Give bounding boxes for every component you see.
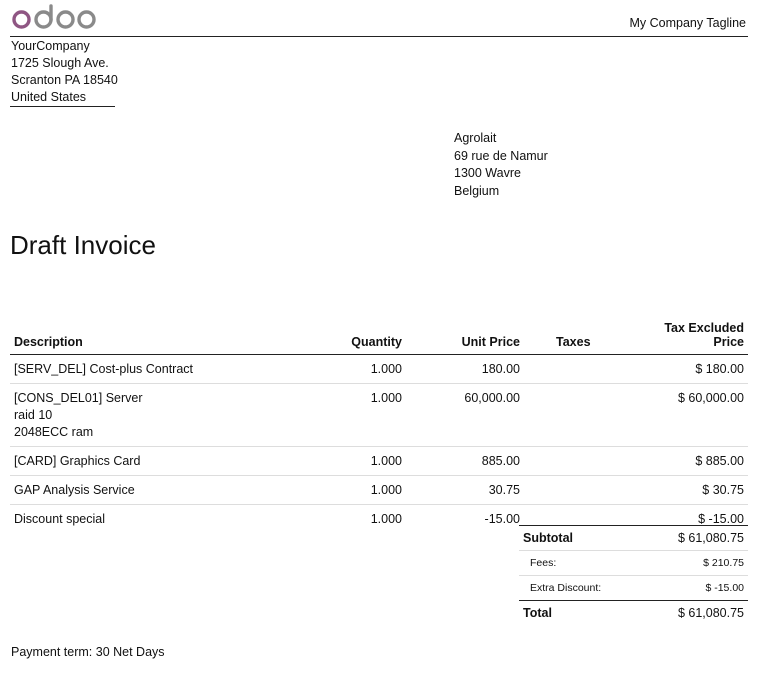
fees-label: Fees: — [519, 550, 643, 576]
line-total: $ 885.00 — [660, 446, 748, 476]
table-header-row: Description Quantity Unit Price Taxes Ta… — [10, 318, 748, 355]
line-unit-price: 180.00 — [406, 354, 524, 384]
line-description-text: GAP Analysis Service — [14, 483, 135, 497]
table-row: GAP Analysis Service 1.000 30.75 $ 30.75 — [10, 475, 748, 505]
company-street: 1725 Slough Ave. — [11, 56, 109, 70]
payment-term: Payment term: 30 Net Days — [11, 645, 165, 659]
subtotal-value: $ 61,080.75 — [642, 525, 748, 551]
line-quantity: 1.000 — [318, 383, 406, 447]
partner-name: Agrolait — [454, 131, 497, 145]
invoice-lines-table: Description Quantity Unit Price Taxes Ta… — [10, 318, 748, 533]
line-unit-price: 885.00 — [406, 446, 524, 476]
column-header-quantity: Quantity — [318, 318, 406, 355]
partner-city: 1300 Wavre — [454, 166, 521, 180]
line-unit-price: 30.75 — [406, 475, 524, 505]
line-taxes — [524, 475, 660, 505]
column-header-tax-excluded-price: Tax Excluded Price — [660, 318, 748, 355]
line-description-text: 2048ECC ram — [14, 425, 94, 439]
table-row: [SERV_DEL] Cost-plus Contract 1.000 180.… — [10, 354, 748, 384]
extra-discount-row: Extra Discount: $ -15.00 — [519, 575, 748, 601]
line-quantity: 1.000 — [318, 446, 406, 476]
line-description: [CONS_DEL01] Server raid 10 2048ECC ram — [10, 383, 318, 447]
company-address-divider — [10, 106, 115, 107]
subtotal-row: Subtotal $ 61,080.75 — [519, 525, 748, 551]
total-label: Total — [519, 600, 643, 625]
company-name: YourCompany — [11, 39, 90, 53]
line-description: [CARD] Graphics Card — [10, 446, 318, 476]
extra-discount-label: Extra Discount: — [519, 575, 643, 601]
line-description-text: [CARD] Graphics Card — [14, 454, 141, 468]
line-quantity: 1.000 — [370, 512, 402, 526]
column-header-taxes: Taxes — [524, 318, 660, 355]
column-header-description: Description — [10, 318, 318, 355]
total-row: Total $ 61,080.75 — [519, 600, 748, 625]
line-total: $ 60,000.00 — [660, 383, 748, 447]
line-description-text: [CONS_DEL01] Server — [14, 391, 143, 405]
line-description-text: Discount special — [14, 512, 106, 526]
line-description-text: raid 10 — [14, 408, 53, 422]
line-taxes — [524, 383, 660, 447]
line-description: GAP Analysis Service — [10, 475, 318, 505]
company-city: Scranton PA 18540 — [11, 73, 118, 87]
line-total: $ 30.75 — [660, 475, 748, 505]
line-description: [SERV_DEL] Cost-plus Contract — [10, 354, 318, 384]
extra-discount-value: $ -15.00 — [642, 575, 748, 601]
table-row: [CONS_DEL01] Server raid 10 2048ECC ram … — [10, 383, 748, 447]
fees-value: $ 210.75 — [642, 550, 748, 576]
document-title: Draft Invoice — [10, 230, 156, 260]
line-quantity: 1.000 — [318, 354, 406, 384]
odoo-logo — [12, 4, 96, 29]
table-row: [CARD] Graphics Card 1.000 885.00 $ 885.… — [10, 446, 748, 476]
header-divider — [10, 36, 748, 37]
partner-country: Belgium — [454, 183, 500, 198]
company-country: United States — [11, 90, 87, 104]
company-address: YourCompany 1725 Slough Ave. Scranton PA… — [11, 38, 118, 106]
line-taxes — [524, 354, 660, 384]
company-tagline: My Company Tagline — [629, 16, 747, 30]
line-unit-price: -15.00 — [484, 512, 520, 526]
line-total: $ 180.00 — [660, 354, 748, 384]
partner-address: Agrolait 69 rue de Namur 1300 Wavre Belg… — [454, 130, 548, 200]
partner-street: 69 rue de Namur — [454, 148, 548, 163]
subtotal-label: Subtotal — [519, 525, 643, 551]
fees-row: Fees: $ 210.75 — [519, 550, 748, 576]
line-taxes — [524, 446, 660, 476]
line-quantity: 1.000 — [318, 475, 406, 505]
total-value: $ 61,080.75 — [642, 600, 748, 625]
line-description-text: [SERV_DEL] Cost-plus Contract — [14, 362, 194, 376]
totals-table: Subtotal $ 61,080.75 Fees: $ 210.75 Extr… — [519, 525, 748, 625]
line-unit-price: 60,000.00 — [406, 383, 524, 447]
line-description: Discount special — [10, 505, 318, 534]
column-header-unit-price: Unit Price — [406, 318, 524, 355]
